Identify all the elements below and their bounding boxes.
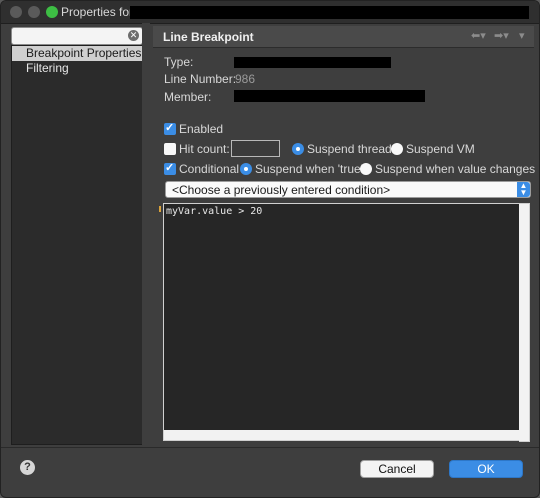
sidebar: Breakpoint Properties Filtering <box>11 45 143 445</box>
page-header: Line Breakpoint ⬅▾ ➡▾ ▾ <box>153 26 534 48</box>
minimize-window-button[interactable] <box>28 6 40 18</box>
footer-divider <box>1 447 539 448</box>
help-icon[interactable]: ? <box>20 460 35 475</box>
suspend-vm-label: Suspend VM <box>406 142 475 156</box>
suspend-thread-radio[interactable] <box>292 143 304 155</box>
suspend-thread-label: Suspend thread <box>307 142 392 156</box>
member-label: Member: <box>164 90 212 104</box>
type-value-redacted <box>234 57 391 68</box>
horizontal-scrollbar[interactable] <box>163 430 520 441</box>
suspend-when-changes-label: Suspend when value changes <box>375 162 536 176</box>
sidebar-item-breakpoint-properties[interactable]: Breakpoint Properties <box>12 46 142 61</box>
member-value-redacted <box>234 90 425 102</box>
window-title: Properties for <box>61 5 134 19</box>
conditional-label: Conditional <box>179 162 240 176</box>
zoom-window-button[interactable] <box>46 6 58 18</box>
enabled-checkbox[interactable] <box>164 121 176 135</box>
filter-input[interactable]: ✕ <box>11 27 143 45</box>
hit-count-label: Hit count: <box>179 142 230 156</box>
hit-count-checkbox[interactable] <box>164 143 176 155</box>
ok-button[interactable]: OK <box>449 460 523 478</box>
condition-history-value: <Choose a previously entered condition> <box>172 183 391 197</box>
line-number-value: 986 <box>235 72 256 86</box>
sidebar-item-filtering[interactable]: Filtering <box>12 61 142 76</box>
redacted-title-block <box>130 6 529 19</box>
back-arrow-icon[interactable]: ⬅▾ <box>471 29 486 42</box>
quick-fix-marker-icon <box>159 206 161 212</box>
condition-editor-text: myVar.value > 20 <box>166 206 263 217</box>
hit-count-input[interactable] <box>231 140 280 157</box>
clear-filter-icon[interactable]: ✕ <box>128 30 139 41</box>
suspend-when-true-label: Suspend when 'true' <box>255 162 363 176</box>
cancel-button[interactable]: Cancel <box>360 460 434 478</box>
suspend-when-true-radio[interactable] <box>240 163 252 175</box>
properties-dialog: Properties for ✕ Breakpoint Properties F… <box>1 1 539 497</box>
page-title: Line Breakpoint <box>163 30 254 44</box>
condition-history-select[interactable]: <Choose a previously entered condition> … <box>165 181 531 198</box>
enabled-label: Enabled <box>179 122 224 136</box>
condition-editor[interactable]: myVar.value > 20 <box>163 203 520 431</box>
view-menu-icon[interactable]: ▾ <box>519 29 525 42</box>
line-number-label: Line Number: <box>164 72 237 86</box>
vertical-scrollbar[interactable] <box>519 203 530 442</box>
suspend-vm-radio[interactable] <box>391 143 403 155</box>
type-label: Type: <box>164 55 194 69</box>
forward-arrow-icon[interactable]: ➡▾ <box>494 29 509 42</box>
pane-splitter[interactable] <box>142 23 150 451</box>
close-window-button[interactable] <box>10 6 22 18</box>
updown-chevron-icon[interactable]: ▲ ▼ <box>517 182 530 197</box>
conditional-checkbox[interactable] <box>164 161 176 175</box>
title-bar: Properties for <box>1 1 539 24</box>
suspend-when-changes-radio[interactable] <box>360 163 372 175</box>
